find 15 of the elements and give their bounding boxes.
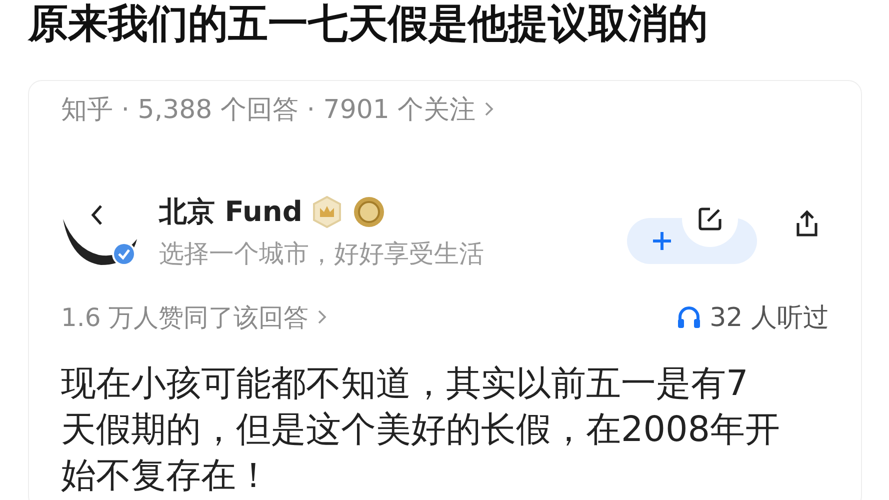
headphones-icon bbox=[676, 304, 702, 330]
question-meta[interactable]: 知乎 · 5,388 个回答 · 7901 个关注 bbox=[61, 92, 476, 126]
page-title: 原来我们的五一七天假是他提议取消的 bbox=[28, 0, 709, 48]
author-name[interactable]: 北京 Fund bbox=[159, 192, 302, 230]
answer-text: 现在小孩可能都不知道，其实以前五一是有7天假期的，但是这个美好的长假，在2008年开始不复存在！ bbox=[61, 363, 782, 498]
medal-icon bbox=[352, 194, 386, 228]
edit-icon bbox=[696, 205, 724, 233]
listen-count: 32 人听过 bbox=[710, 302, 829, 334]
verified-badge-icon bbox=[111, 241, 137, 267]
plus-icon bbox=[651, 230, 673, 252]
likes-count[interactable]: 1.6 万人赞同了该回答 bbox=[61, 300, 309, 334]
back-icon bbox=[89, 203, 105, 227]
chevron-right-icon bbox=[484, 101, 494, 117]
chevron-right-icon bbox=[316, 309, 327, 325]
author-bio: 选择一个城市，好好享受生活 bbox=[159, 238, 484, 270]
